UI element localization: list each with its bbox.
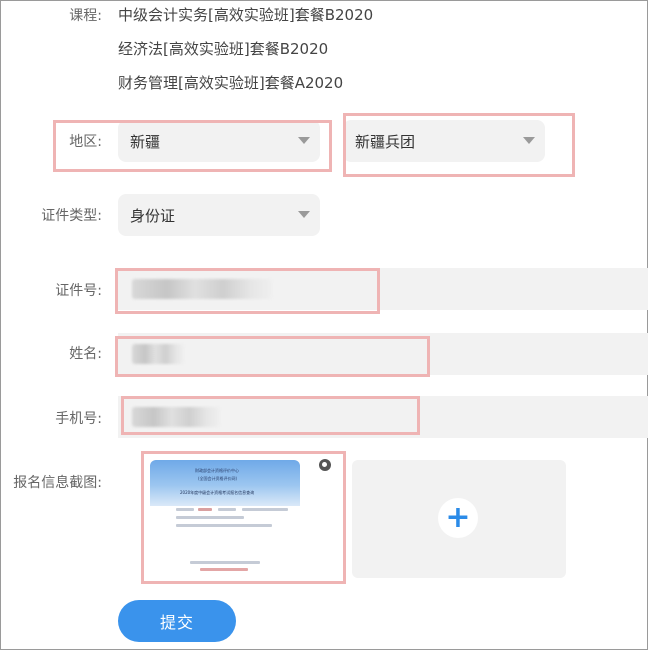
province-value: 新疆 xyxy=(130,132,161,151)
uploaded-screenshot-thumbnail[interactable]: 财政部会计资格评价中心 (全国会计资格评价网) 2020年度中级会计资格考试报名… xyxy=(150,460,340,578)
course-label: 课程: xyxy=(69,8,102,24)
thumbnail-line xyxy=(190,561,260,564)
thumbnail-line xyxy=(242,508,288,511)
thumbnail-line xyxy=(200,568,248,571)
plus-icon: + xyxy=(438,498,478,538)
blurred-value xyxy=(132,344,184,364)
remove-image-icon[interactable] xyxy=(319,459,331,471)
course-item: 经济法[高效实验班]套餐B2020 xyxy=(118,40,329,58)
thumbnail-line xyxy=(176,516,244,519)
course-item: 中级会计实务[高效实验班]套餐B2020 xyxy=(118,6,374,24)
id-number-label: 证件号: xyxy=(55,283,102,299)
name-label: 姓名: xyxy=(69,346,102,362)
name-input[interactable] xyxy=(118,333,648,375)
upload-image-button[interactable]: + xyxy=(352,460,566,578)
thumbnail-header xyxy=(150,460,300,506)
thumbnail-text: (全国会计资格评价网) xyxy=(198,476,238,481)
id-number-input[interactable] xyxy=(118,268,648,310)
province-select[interactable]: 新疆 xyxy=(118,120,320,162)
submit-button[interactable]: 提交 xyxy=(118,600,236,642)
region-label: 地区: xyxy=(69,134,102,150)
thumbnail-line xyxy=(176,524,272,527)
phone-label: 手机号: xyxy=(55,411,102,427)
course-item: 财务管理[高效实验班]套餐A2020 xyxy=(118,74,344,92)
chevron-down-icon xyxy=(298,211,310,218)
subregion-value: 新疆兵团 xyxy=(355,132,416,151)
phone-input[interactable] xyxy=(118,396,648,438)
thumbnail-line xyxy=(218,508,236,511)
screenshot-label: 报名信息截图: xyxy=(13,475,102,491)
blurred-value xyxy=(132,407,220,427)
id-type-label: 证件类型: xyxy=(41,208,102,224)
chevron-down-icon xyxy=(298,137,310,144)
blurred-value xyxy=(132,279,272,299)
id-type-select[interactable]: 身份证 xyxy=(118,194,320,236)
thumbnail-line xyxy=(176,508,194,511)
chevron-down-icon xyxy=(523,137,535,144)
thumbnail-text: 2020年度中级会计资格考试报名信息查询 xyxy=(180,490,255,495)
thumbnail-line xyxy=(198,508,212,511)
id-type-value: 身份证 xyxy=(130,206,176,225)
thumbnail-text: 财政部会计资格评价中心 xyxy=(195,468,239,473)
subregion-select[interactable]: 新疆兵团 xyxy=(343,120,545,162)
